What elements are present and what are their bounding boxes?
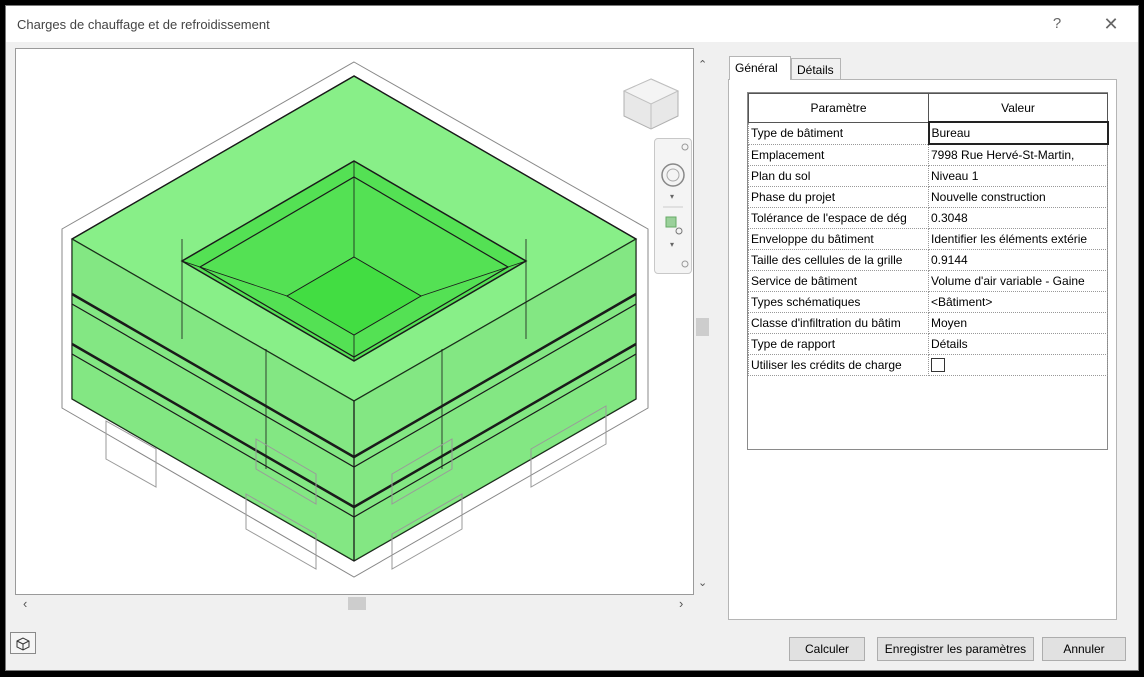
parameter-grid: Paramètre Valeur Type de bâtiment Bureau… xyxy=(747,92,1109,450)
model-viewport[interactable] xyxy=(15,48,694,595)
param-name: Type de bâtiment xyxy=(748,121,929,145)
svg-text:▾: ▾ xyxy=(670,240,674,249)
navigation-bar: ▾ ▾ xyxy=(654,138,692,274)
table-row[interactable]: Enveloppe du bâtiment Identifier les élé… xyxy=(748,228,1108,250)
param-name: Utiliser les crédits de charge xyxy=(748,354,929,376)
column-header-parameter: Paramètre xyxy=(748,93,929,123)
3d-view-button[interactable] xyxy=(10,632,36,654)
svg-text:▾: ▾ xyxy=(670,192,674,201)
use-load-credits-checkbox[interactable] xyxy=(931,358,945,373)
scroll-up-icon[interactable]: ⌃ xyxy=(698,58,707,71)
dialog-title: Charges de chauffage et de refroidisseme… xyxy=(17,17,270,32)
cancel-button[interactable]: Annuler xyxy=(1042,637,1126,661)
close-button[interactable]: ✕ xyxy=(1096,12,1126,36)
3d-view-icon xyxy=(16,637,30,651)
table-row[interactable]: Plan du sol Niveau 1 xyxy=(748,165,1108,187)
param-name: Phase du projet xyxy=(748,186,929,208)
param-value[interactable]: 7998 Rue Hervé-St-Martin, xyxy=(928,143,1108,166)
param-value[interactable]: 0.3048 xyxy=(928,207,1108,229)
param-name: Tolérance de l'espace de dég xyxy=(748,207,929,229)
table-row[interactable]: Types schématiques <Bâtiment> xyxy=(748,291,1108,313)
param-value[interactable]: Moyen xyxy=(928,312,1108,334)
param-name: Type de rapport xyxy=(748,333,929,355)
column-header-value: Valeur xyxy=(928,93,1108,123)
param-value[interactable]: Bureau xyxy=(927,121,1109,145)
scroll-right-icon[interactable]: › xyxy=(679,596,683,611)
table-row[interactable]: Service de bâtiment Volume d'air variabl… xyxy=(748,270,1108,292)
calculate-button[interactable]: Calculer xyxy=(789,637,865,661)
steering-wheel-icon[interactable] xyxy=(661,163,685,187)
param-value[interactable]: <Bâtiment> xyxy=(928,291,1108,313)
viewport-horizontal-scrollbar[interactable]: ‹ › xyxy=(15,595,694,612)
scroll-left-icon[interactable]: ‹ xyxy=(23,596,27,611)
param-name: Taille des cellules de la grille xyxy=(748,249,929,271)
tab-details[interactable]: Détails xyxy=(791,58,841,80)
table-row[interactable]: Tolérance de l'espace de dég 0.3048 xyxy=(748,207,1108,229)
table-row[interactable]: Type de bâtiment Bureau xyxy=(748,121,1109,145)
param-value[interactable]: Identifier les éléments extérie xyxy=(928,228,1108,250)
zoom-region-icon[interactable] xyxy=(665,216,683,235)
param-name: Classe d'infiltration du bâtim xyxy=(748,312,929,334)
table-row[interactable]: Classe d'infiltration du bâtim Moyen xyxy=(748,312,1108,334)
param-name: Types schématiques xyxy=(748,291,929,313)
tab-general[interactable]: Général xyxy=(729,56,791,80)
horizontal-scroll-thumb[interactable] xyxy=(348,597,366,610)
param-name: Plan du sol xyxy=(748,165,929,187)
table-row[interactable]: Taille des cellules de la grille 0.9144 xyxy=(748,249,1108,271)
table-row[interactable]: Utiliser les crédits de charge xyxy=(748,354,1108,376)
title-bar: Charges de chauffage et de refroidisseme… xyxy=(6,6,1138,42)
vertical-scroll-thumb[interactable] xyxy=(696,318,709,336)
table-row[interactable]: Type de rapport Détails xyxy=(748,333,1108,355)
param-value[interactable]: Volume d'air variable - Gaine xyxy=(928,270,1108,292)
param-name: Service de bâtiment xyxy=(748,270,929,292)
help-button[interactable]: ? xyxy=(1042,12,1072,36)
param-value[interactable]: Niveau 1 xyxy=(928,165,1108,187)
param-name: Enveloppe du bâtiment xyxy=(748,228,929,250)
param-value[interactable]: Nouvelle construction xyxy=(928,186,1108,208)
param-value xyxy=(928,354,1108,376)
scroll-down-icon[interactable]: ⌄ xyxy=(698,576,707,589)
param-value[interactable]: Détails xyxy=(928,333,1108,355)
table-row[interactable]: Phase du projet Nouvelle construction xyxy=(748,186,1108,208)
building-3d-model xyxy=(61,61,649,578)
param-value[interactable]: 0.9144 xyxy=(928,249,1108,271)
table-row[interactable]: Emplacement 7998 Rue Hervé-St-Martin, xyxy=(748,143,1108,166)
save-settings-button[interactable]: Enregistrer les paramètres xyxy=(877,637,1034,661)
viewcube-icon[interactable] xyxy=(620,76,682,135)
viewport-vertical-scrollbar[interactable]: ⌃ ⌄ xyxy=(694,48,711,595)
param-name: Emplacement xyxy=(748,143,929,166)
